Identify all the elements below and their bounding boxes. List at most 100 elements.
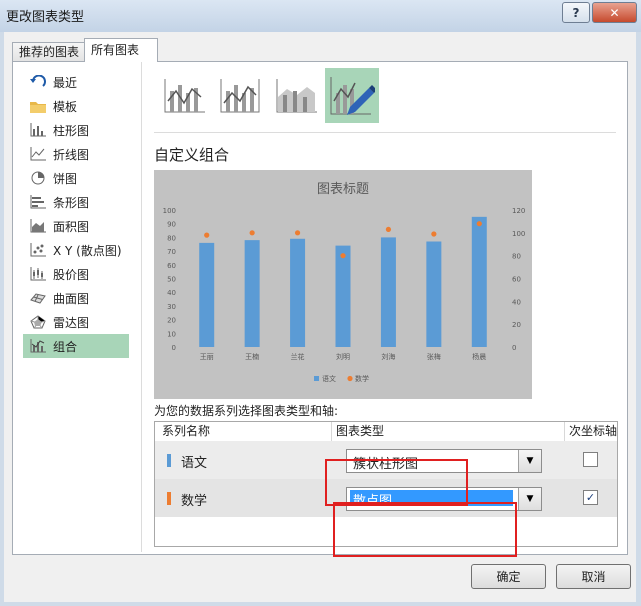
nav-item-bar[interactable]: 条形图 [23, 190, 129, 214]
series-prompt: 为您的数据系列选择图表类型和轴: [154, 404, 339, 418]
bar [380, 237, 396, 347]
legend-label: 语文 [322, 374, 336, 383]
scatter-point [204, 232, 210, 238]
ok-button[interactable]: 确定 [471, 564, 546, 589]
header-chart-type: 图表类型 [336, 424, 385, 438]
secondary-y-axis-tick-label: 120 [512, 207, 525, 215]
pie-chart-icon [23, 171, 53, 185]
nav-label: X Y (散点图) [53, 243, 122, 258]
highlight-box [333, 502, 517, 557]
stacked-area-clustered-column-icon[interactable] [269, 68, 323, 123]
surface-chart-icon [23, 291, 53, 305]
tab-all-charts[interactable]: 所有图表 [84, 38, 158, 62]
close-button[interactable]: ✕ [592, 2, 637, 23]
scatter-point [340, 253, 346, 259]
nav-label: 柱形图 [53, 123, 90, 138]
section-title: 自定义组合 [154, 146, 230, 164]
all-charts-panel: 最近 模板 柱形图 折线图 饼图 条形图 面积图 X Y (散点图) 股价图 曲… [12, 61, 628, 557]
nav-item-stock[interactable]: 股价图 [23, 262, 129, 286]
nav-label: 折线图 [53, 147, 90, 162]
chart-type-list: 最近 模板 柱形图 折线图 饼图 条形图 面积图 X Y (散点图) 股价图 曲… [23, 70, 129, 358]
y-axis-tick-label: 60 [167, 262, 176, 270]
nav-item-scatter[interactable]: X Y (散点图) [23, 238, 129, 262]
series-name: 数学 [181, 494, 208, 509]
nav-label: 雷达图 [53, 315, 90, 330]
x-axis-tick-label: 张梅 [427, 352, 441, 361]
x-axis-tick-label: 杨晨 [472, 352, 486, 361]
folder-icon [23, 100, 53, 113]
scatter-chart-icon [23, 243, 53, 257]
scatter-point [294, 230, 301, 236]
dialog: 推荐的图表 所有图表 最近 模板 柱形图 折线图 饼图 条形图 面积图 X Y … [4, 32, 636, 602]
section-rule [154, 132, 616, 133]
nav-label: 面积图 [53, 219, 90, 234]
nav-label: 条形图 [53, 195, 90, 210]
bar [199, 242, 215, 347]
legend-marker [314, 376, 319, 381]
y-axis-tick-label: 80 [167, 234, 176, 242]
y-axis-tick-label: 90 [167, 221, 176, 229]
chart-title: 图表标题 [317, 182, 369, 197]
header-separator [564, 422, 565, 441]
nav-item-combo[interactable]: 组合 [23, 334, 129, 358]
secondary-y-axis-tick-label: 40 [512, 298, 521, 306]
nav-item-line[interactable]: 折线图 [23, 142, 129, 166]
nav-item-radar[interactable]: 雷达图 [23, 310, 129, 334]
x-axis-tick-label: 刘海 [381, 352, 395, 361]
scatter-point [431, 231, 437, 237]
chart-preview: 图表标题 0 10 20 30 40 50 60 70 80 90 100 0 20 40 60 80 100 12… [154, 170, 532, 399]
nav-item-pie[interactable]: 饼图 [23, 166, 129, 190]
nav-label: 模板 [53, 99, 78, 114]
dropdown-arrow-icon[interactable]: ▼ [518, 450, 541, 472]
bar-chart-icon [23, 195, 53, 209]
nav-label: 最近 [53, 75, 78, 90]
y-axis-tick-label: 100 [163, 207, 176, 215]
scatter-point [476, 221, 482, 227]
clustered-column-line-icon[interactable] [157, 68, 211, 123]
panel-divider [141, 62, 142, 552]
nav-label: 饼图 [53, 171, 78, 186]
nav-item-column[interactable]: 柱形图 [23, 118, 129, 142]
dropdown-arrow-icon[interactable]: ▼ [518, 488, 541, 510]
series-color-swatch [167, 492, 171, 505]
x-axis-tick-label: 兰花 [291, 352, 305, 361]
x-axis-tick-label: 王楠 [245, 352, 259, 361]
cancel-button[interactable]: 取消 [556, 564, 631, 589]
nav-item-surface[interactable]: 曲面图 [23, 286, 129, 310]
scatter-point [385, 226, 392, 233]
secondary-y-axis-tick-label: 0 [512, 344, 516, 352]
bar [471, 216, 487, 347]
clustered-column-line-secondary-axis-icon[interactable] [213, 68, 267, 123]
secondary-axis-checkbox[interactable] [583, 452, 598, 467]
x-axis-tick-label: 刘明 [336, 352, 350, 361]
tab-recommended[interactable]: 推荐的图表 [12, 42, 92, 62]
header-series-name: 系列名称 [162, 424, 211, 438]
bar [290, 238, 306, 347]
nav-label: 组合 [53, 339, 78, 354]
window-title: 更改图表类型 [6, 10, 85, 25]
stock-chart-icon [23, 267, 53, 281]
legend-marker [347, 375, 353, 382]
column-chart-icon [23, 123, 53, 137]
bar [335, 245, 351, 347]
help-button[interactable]: ? [562, 2, 590, 23]
nav-label: 股价图 [53, 267, 90, 282]
header-separator [331, 422, 332, 441]
title-bar: 更改图表类型 ? ✕ [0, 0, 641, 32]
nav-item-area[interactable]: 面积图 [23, 214, 129, 238]
y-axis-tick-label: 40 [167, 289, 176, 297]
area-chart-icon [23, 219, 53, 233]
nav-label: 曲面图 [53, 291, 90, 306]
series-name: 语文 [181, 456, 208, 471]
secondary-y-axis-tick-label: 20 [512, 321, 521, 329]
secondary-axis-checkbox[interactable]: ✓ [583, 490, 598, 505]
bar [426, 241, 442, 347]
nav-item-templates[interactable]: 模板 [23, 94, 129, 118]
nav-item-recent[interactable]: 最近 [23, 70, 129, 94]
y-axis-tick-label: 10 [167, 330, 176, 338]
secondary-y-axis-tick-label: 60 [512, 276, 521, 284]
series-color-swatch [167, 454, 171, 467]
highlight-box [325, 459, 468, 506]
custom-combo-icon[interactable] [325, 68, 379, 123]
y-axis-tick-label: 70 [167, 248, 176, 256]
